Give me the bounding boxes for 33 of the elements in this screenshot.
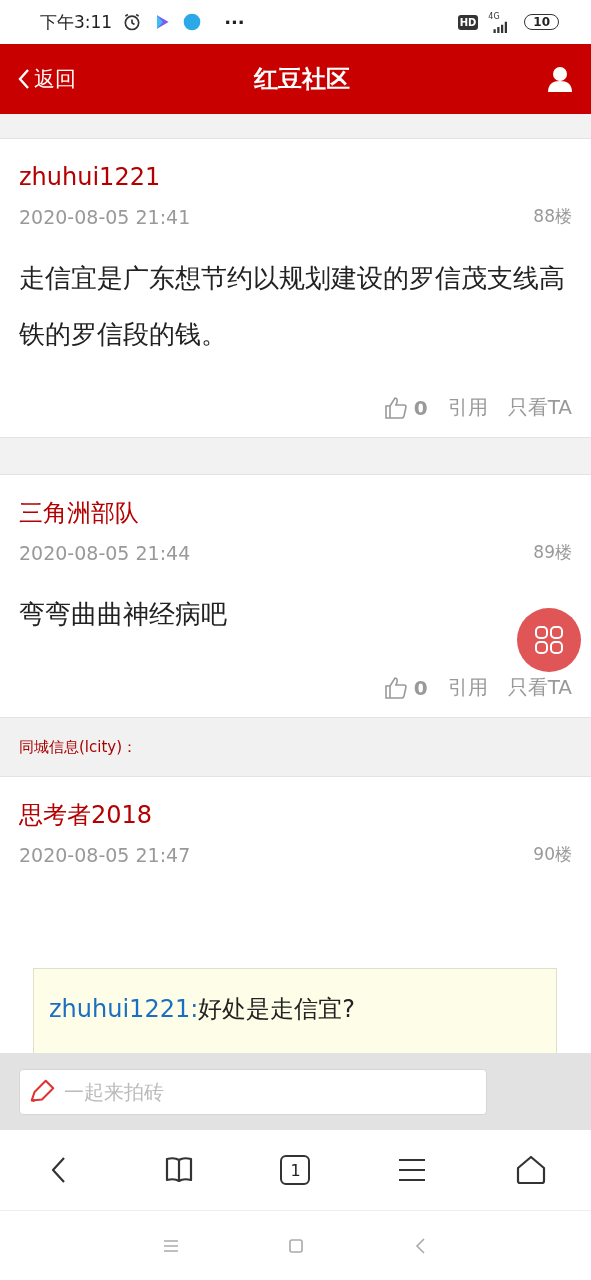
tabs-button[interactable]: 1 — [280, 1155, 311, 1185]
page-title: 红豆社区 — [253, 64, 350, 95]
back-button[interactable]: 返回 — [18, 65, 76, 93]
post-time: 2020-08-05 21:47 — [19, 843, 191, 866]
like-button[interactable]: 0 — [383, 675, 428, 700]
user-icon[interactable] — [547, 66, 573, 92]
hd-badge: HD — [457, 14, 479, 30]
post-text: 走信宜是广东想节约以规划建设的罗信茂支线高铁的罗信段的钱。 — [19, 262, 566, 351]
author-name[interactable]: 思考者2018 — [19, 795, 572, 835]
post-text: 弯弯曲曲神经病吧 — [19, 598, 227, 631]
grid-icon — [534, 625, 564, 655]
quote-text: zhuhui1221:好处是走信宜? — [49, 994, 357, 1025]
notice-text: 同城信息(lcity)： — [19, 737, 138, 757]
author-name[interactable]: 三角洲部队 — [19, 493, 572, 533]
bubble-icon — [182, 12, 203, 32]
post-time: 2020-08-05 21:44 — [19, 541, 191, 564]
only-author-button[interactable]: 只看TA — [507, 394, 572, 421]
quote-button[interactable]: 引用 — [447, 394, 488, 421]
floor-number: 89楼 — [533, 541, 572, 564]
author-name[interactable]: zhuhui1221 — [19, 157, 572, 197]
status-more: ··· — [224, 11, 245, 33]
only-author-button[interactable]: 只看TA — [507, 674, 572, 701]
floor-number: 88楼 — [533, 205, 572, 228]
floor-number: 90楼 — [533, 843, 572, 866]
post-time: 2020-08-05 21:41 — [19, 205, 191, 228]
like-button[interactable]: 0 — [383, 395, 428, 420]
network-label: 4G — [488, 11, 500, 21]
status-time: 下午3:11 — [40, 10, 113, 34]
comment-field[interactable]: 一起来拍砖 — [19, 1068, 487, 1115]
thumbs-up-icon — [383, 395, 408, 420]
thumbs-up-icon — [383, 675, 408, 700]
chevron-left-icon — [18, 68, 30, 90]
quote-button[interactable]: 引用 — [447, 674, 488, 701]
